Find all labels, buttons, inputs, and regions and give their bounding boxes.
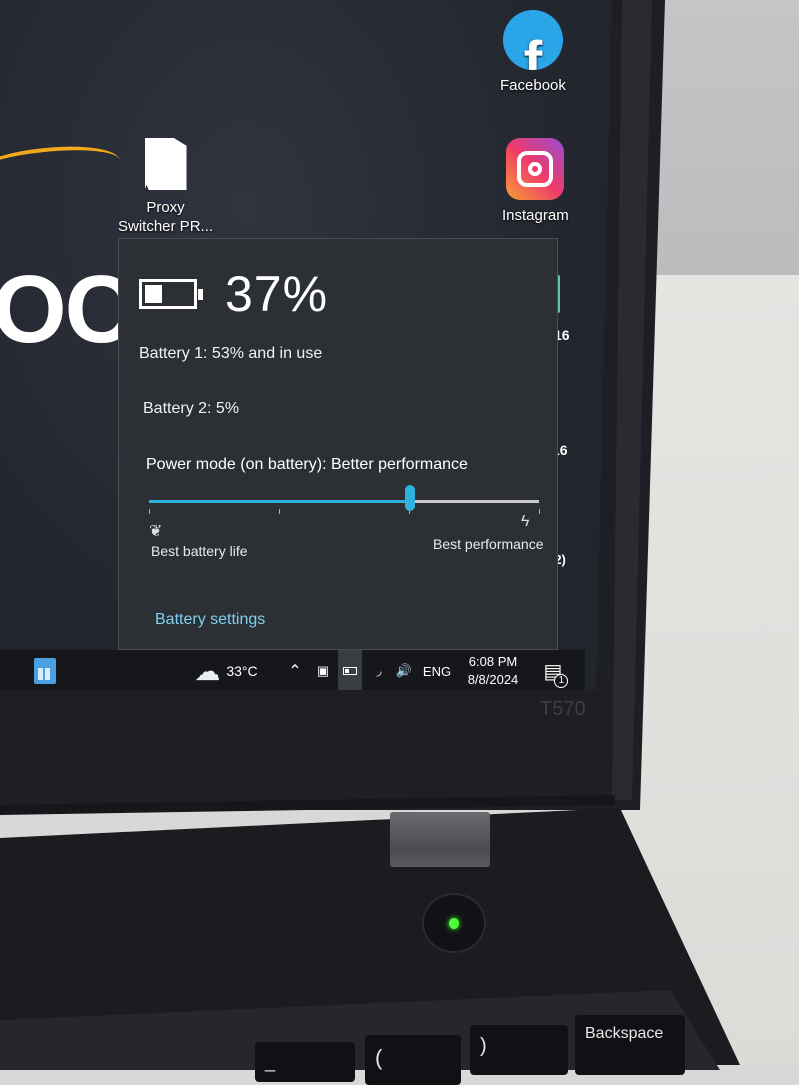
network-button[interactable]: ◞ — [368, 650, 390, 690]
wifi-icon: ◞ — [376, 663, 382, 678]
desktop-icon-label: Facebook — [500, 77, 566, 94]
key-right-paren[interactable]: ) — [470, 1025, 568, 1075]
slider-tick — [539, 509, 540, 514]
desktop-icon-label: Switcher PR... — [118, 218, 214, 235]
notification-center-button[interactable]: ▤ 1 — [536, 650, 570, 690]
slider-tick — [279, 509, 280, 514]
desktop-icon-label: Instagram — [502, 207, 569, 224]
slider-min-label: Best battery life — [151, 543, 248, 559]
lightning-icon: ϟ — [521, 513, 530, 530]
battery-settings-link[interactable]: Battery settings — [155, 611, 265, 629]
wallpaper-text: OC — [0, 256, 134, 363]
show-hidden-icons-button[interactable]: ⌃ — [284, 650, 306, 690]
meet-now-icon: ▣ — [316, 663, 330, 678]
file-icon — [144, 138, 187, 190]
meet-now-button[interactable]: ▣ — [312, 650, 334, 690]
clock-time: 6:08 PM — [468, 654, 518, 669]
slider-tick — [149, 509, 150, 514]
hinge — [390, 812, 490, 867]
power-mode-label: Power mode (on battery): Better performa… — [146, 456, 468, 473]
volume-button[interactable]: 🔊 — [392, 650, 416, 690]
volume-icon: 🔊 — [395, 663, 413, 678]
leaf-icon: ❦ — [149, 523, 163, 540]
taskbar: ☁ 33°C ⌃ ▣ ◞ 🔊 ENG 6:08 PM 8/8/2024 ▤ 1 — [0, 650, 585, 690]
weather-temp: 33°C — [226, 663, 258, 679]
battery-header: 37% — [139, 265, 328, 323]
facebook-icon: f — [502, 10, 563, 70]
battery-icon — [343, 667, 357, 675]
desktop-icon-proxy-switcher[interactable]: Proxy Switcher PR... — [118, 138, 213, 236]
battery-percent: 37% — [225, 266, 329, 322]
battery2-status: Battery 2: 5% — [143, 400, 240, 417]
slider-track-fill — [149, 500, 411, 503]
desktop-icon-facebook[interactable]: f Facebook — [500, 10, 566, 95]
instagram-icon — [506, 138, 565, 200]
notification-count: 1 — [554, 673, 569, 688]
weather-widget[interactable]: ☁ 33°C — [186, 650, 266, 690]
clock-date: 8/8/2024 — [467, 672, 519, 687]
power-mode-slider[interactable] — [149, 485, 540, 525]
battery1-status: Battery 1: 53% and in use — [139, 345, 323, 362]
battery-flyout: 37% Battery 1: 53% and in use Battery 2:… — [118, 238, 558, 650]
key-left-paren[interactable]: ( — [365, 1035, 461, 1085]
power-button[interactable] — [422, 893, 486, 953]
key-underscore[interactable]: _ — [255, 1042, 355, 1082]
taskbar-app-calculator[interactable] — [30, 650, 60, 690]
partly-cloudy-icon: ☁ — [194, 655, 221, 686]
power-led — [449, 917, 459, 929]
language-button[interactable]: ENG — [420, 650, 454, 690]
slider-thumb[interactable] — [405, 485, 416, 511]
desktop-icon-label: Proxy — [146, 199, 185, 216]
calculator-icon — [34, 658, 56, 684]
clock-button[interactable]: 6:08 PM 8/8/2024 — [460, 650, 526, 690]
key-backspace[interactable]: Backspace — [575, 1015, 685, 1075]
battery-tray-button[interactable] — [338, 650, 362, 690]
desktop-screen: OC f Facebook Instagram Proxy Switcher P… — [0, 0, 612, 690]
battery-level-fill — [145, 285, 163, 303]
desktop-icon-instagram[interactable]: Instagram — [502, 138, 569, 225]
notification-icon: ▤ 1 — [544, 659, 569, 688]
slider-max-label: Best performance — [433, 536, 544, 552]
chevron-up-icon: ⌃ — [288, 663, 302, 680]
background-wall — [640, 0, 799, 280]
battery-icon — [139, 279, 203, 309]
model-label: T570 — [540, 698, 586, 720]
wallpaper-arc — [0, 140, 122, 196]
